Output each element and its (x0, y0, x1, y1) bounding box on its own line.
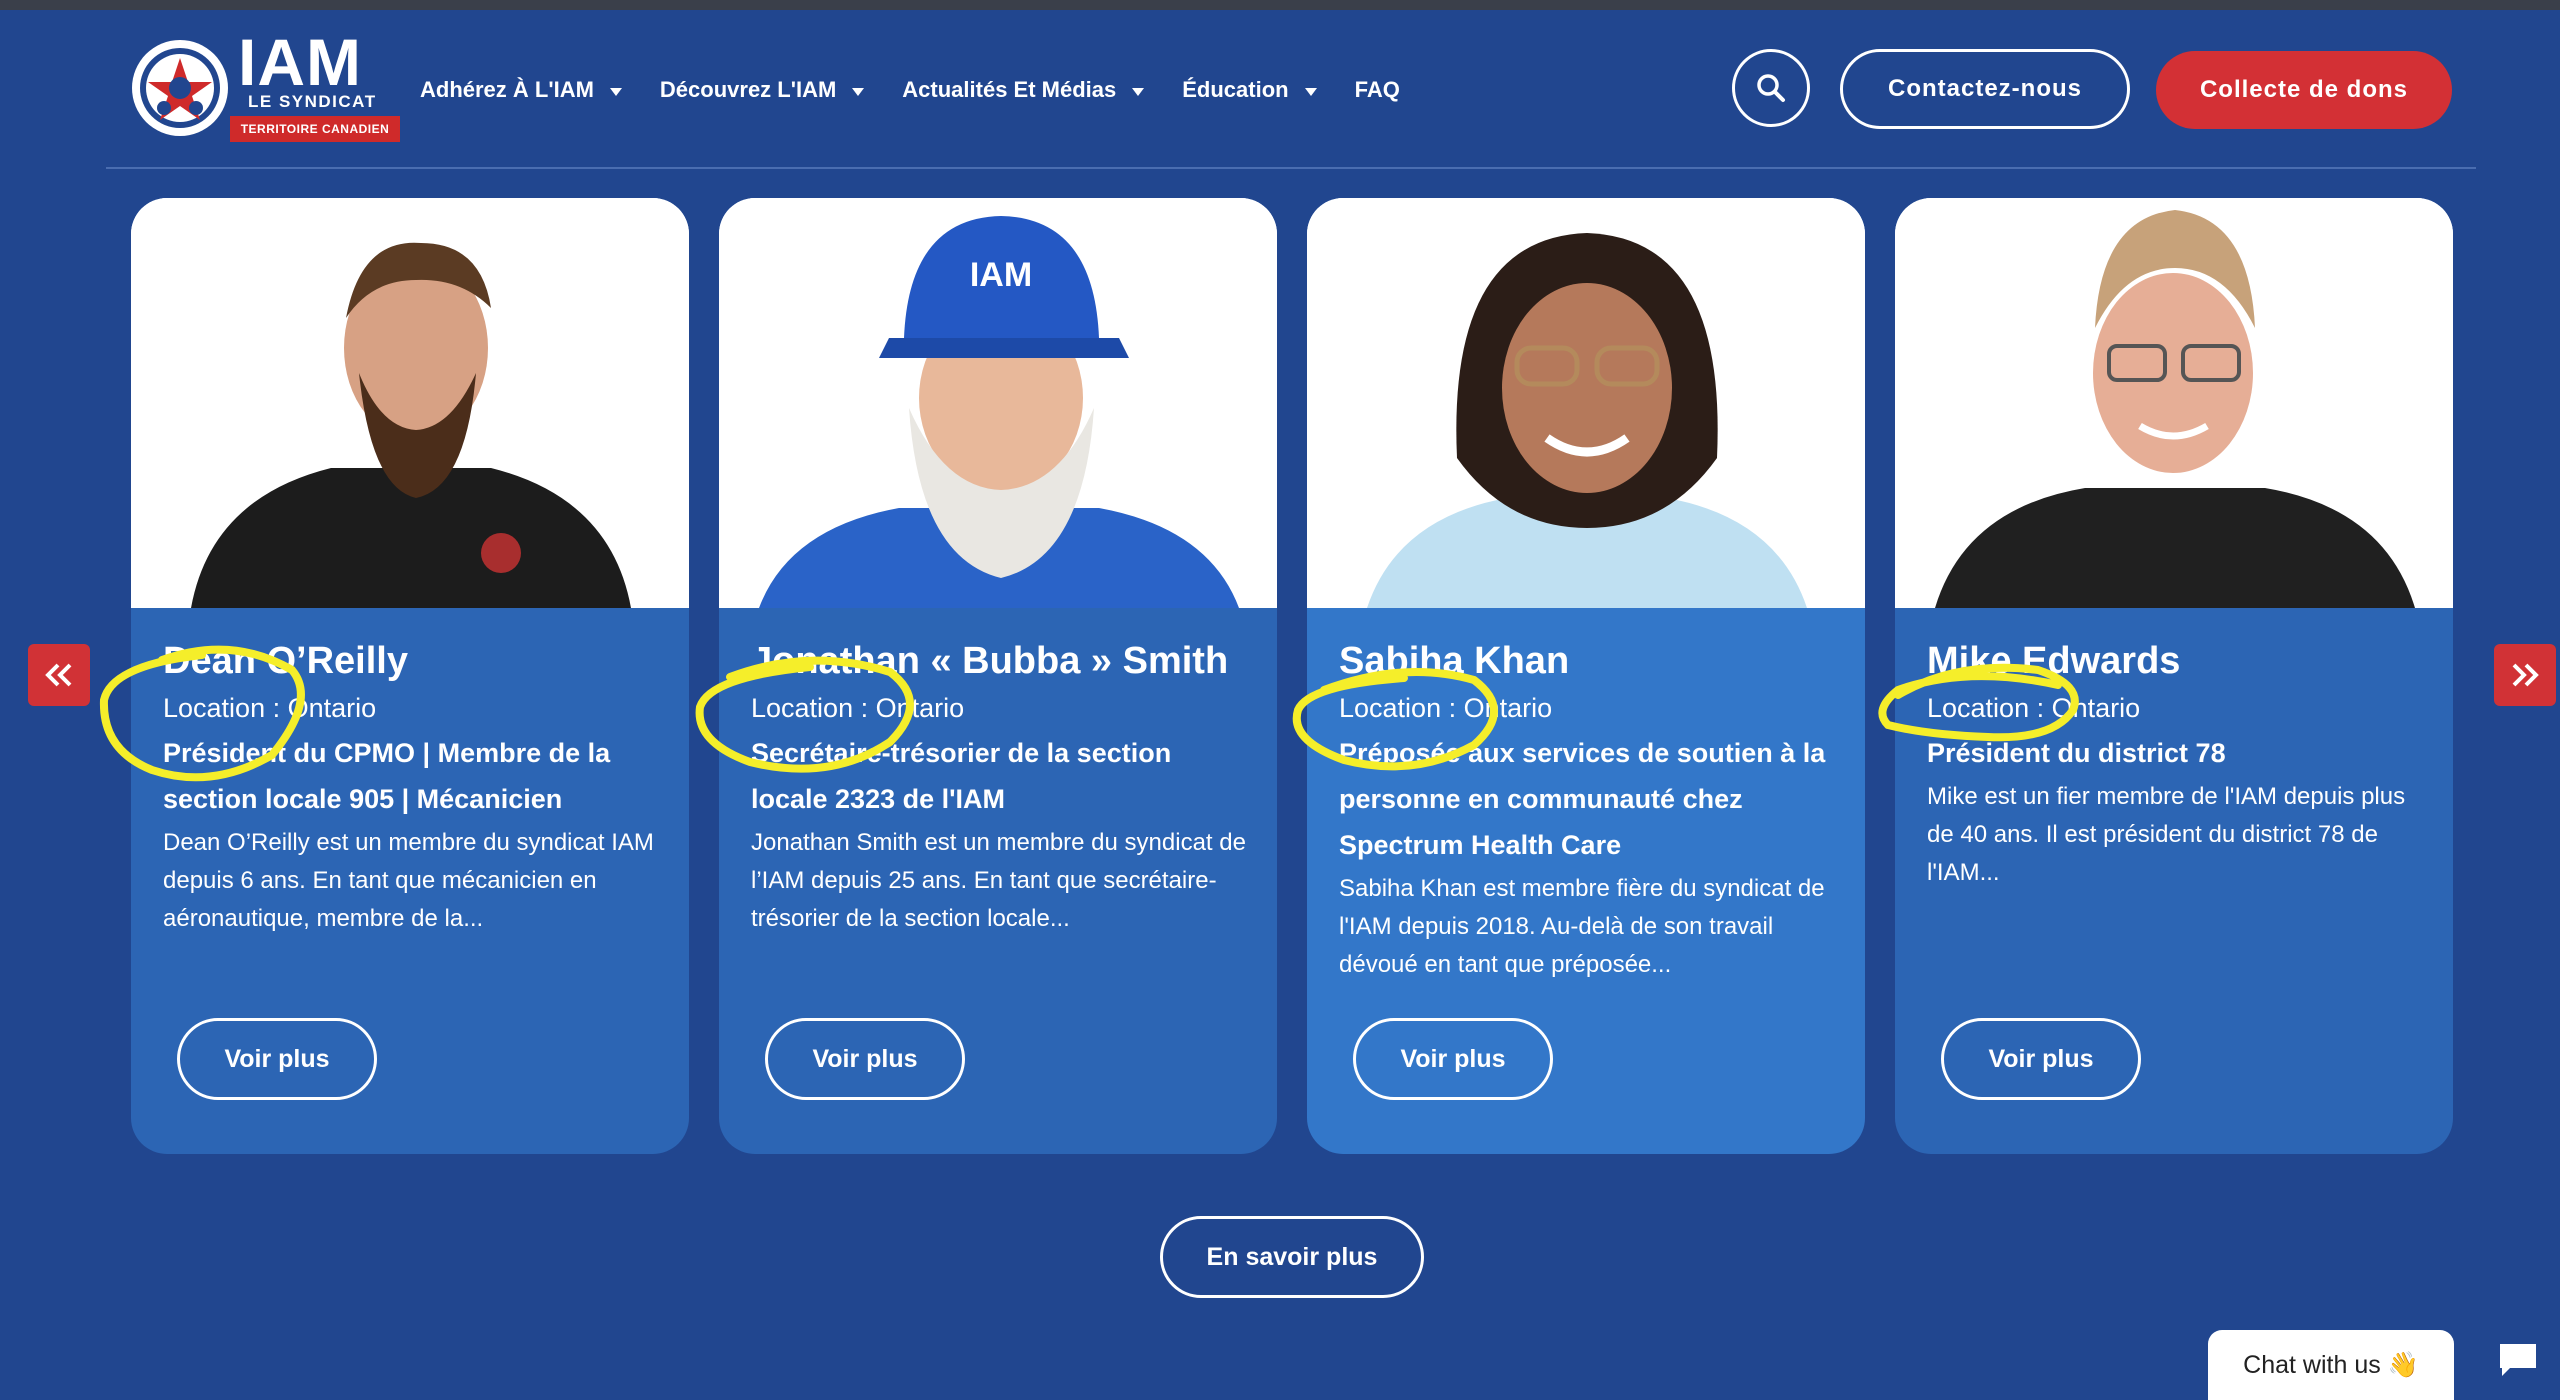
logo-subtitle: LE SYNDICAT (248, 92, 377, 111)
donate-button[interactable]: Collecte de dons (2156, 51, 2452, 129)
member-description: Dean O’Reilly est un membre du syndicat … (163, 829, 654, 932)
double-chevron-right-icon (2512, 663, 2539, 687)
member-card: Dean O’Reilly Location : Ontario Préside… (131, 198, 689, 1154)
logo-title: IAM (238, 25, 362, 99)
member-name: Dean O’Reilly (163, 640, 408, 682)
nav-label: Découvrez L'IAM (659, 77, 837, 102)
nav-education[interactable]: Éducation (1182, 72, 1317, 108)
chat-with-us-button[interactable]: Chat with us 👋 (2208, 1330, 2454, 1400)
member-photo (131, 198, 689, 608)
nav-label: Éducation (1182, 77, 1289, 102)
logo-badge: TERRITOIRE CANADIEN (230, 116, 400, 142)
member-card: Mike Edwards Location : Ontario Présiden… (1895, 198, 2453, 1154)
contact-button[interactable]: Contactez-nous (1840, 49, 2130, 129)
member-description: Mike est un fier membre de l'IAM depuis … (1927, 783, 2406, 886)
member-card: Sabiha Khan Location : Ontario Préposée … (1307, 198, 1865, 1154)
member-role: Président du district 78 (1927, 738, 2226, 768)
voir-plus-button[interactable]: Voir plus (765, 1018, 965, 1100)
gear-emblem-icon (132, 40, 228, 136)
member-location: Location : Ontario (751, 693, 965, 723)
member-name: Sabiha Khan (1339, 640, 1570, 682)
iam-logo[interactable]: IAM LE SYNDICAT TERRITOIRE CANADIEN (128, 25, 403, 146)
member-name: Jonathan « Bubba » Smith (751, 640, 1229, 682)
voir-plus-button[interactable]: Voir plus (177, 1018, 377, 1100)
double-chevron-left-icon (45, 663, 72, 687)
nav-decouvrez[interactable]: Découvrez L'IAM (659, 72, 865, 108)
search-icon (1757, 74, 1785, 102)
en-savoir-plus-button[interactable]: En savoir plus (1160, 1216, 1424, 1298)
browser-top-strip (0, 0, 2560, 10)
caret-down-icon (609, 88, 622, 96)
voir-plus-button[interactable]: Voir plus (1941, 1018, 2141, 1100)
carousel-prev-button[interactable] (28, 644, 90, 706)
nav-label: Adhérez À L'IAM (420, 77, 594, 102)
member-location: Location : Ontario (1927, 693, 2141, 723)
header-divider (106, 167, 2476, 169)
search-button[interactable] (1732, 49, 1810, 127)
nav-adherez[interactable]: Adhérez À L'IAM (420, 72, 622, 108)
member-photo: IAM (719, 198, 1277, 608)
nav-actualites[interactable]: Actualités Et Médias (902, 72, 1145, 108)
main-nav: Adhérez À L'IAM Découvrez L'IAM Actualit… (420, 72, 1438, 108)
carousel-next-button[interactable] (2494, 644, 2556, 706)
svg-text:IAM: IAM (970, 256, 1032, 294)
member-role: Préposée aux services de soutien à la pe… (1339, 738, 1826, 860)
member-card: IAM Jonathan « Bubba » Smith Location : … (719, 198, 1277, 1154)
member-location: Location : Ontario (1339, 693, 1553, 723)
member-location: Location : Ontario (163, 693, 377, 723)
member-role: Président du CPMO | Membre de la section… (163, 738, 611, 814)
nav-label: Actualités Et Médias (902, 77, 1117, 102)
voir-plus-button[interactable]: Voir plus (1353, 1018, 1553, 1100)
member-photo (1307, 198, 1865, 608)
caret-down-icon (1132, 88, 1145, 96)
member-name: Mike Edwards (1927, 640, 2181, 682)
caret-down-icon (1304, 88, 1317, 96)
nav-faq[interactable]: FAQ (1355, 72, 1400, 108)
nav-label: FAQ (1354, 77, 1400, 102)
member-role: Secrétaire-trésorier de la section local… (751, 738, 1172, 814)
chat-bubble-icon[interactable] (2496, 1340, 2540, 1380)
member-description: Jonathan Smith est un membre du syndicat… (751, 829, 1246, 932)
member-description: Sabiha Khan est membre fière du syndicat… (1339, 875, 1825, 978)
member-photo (1895, 198, 2453, 608)
caret-down-icon (852, 88, 865, 96)
